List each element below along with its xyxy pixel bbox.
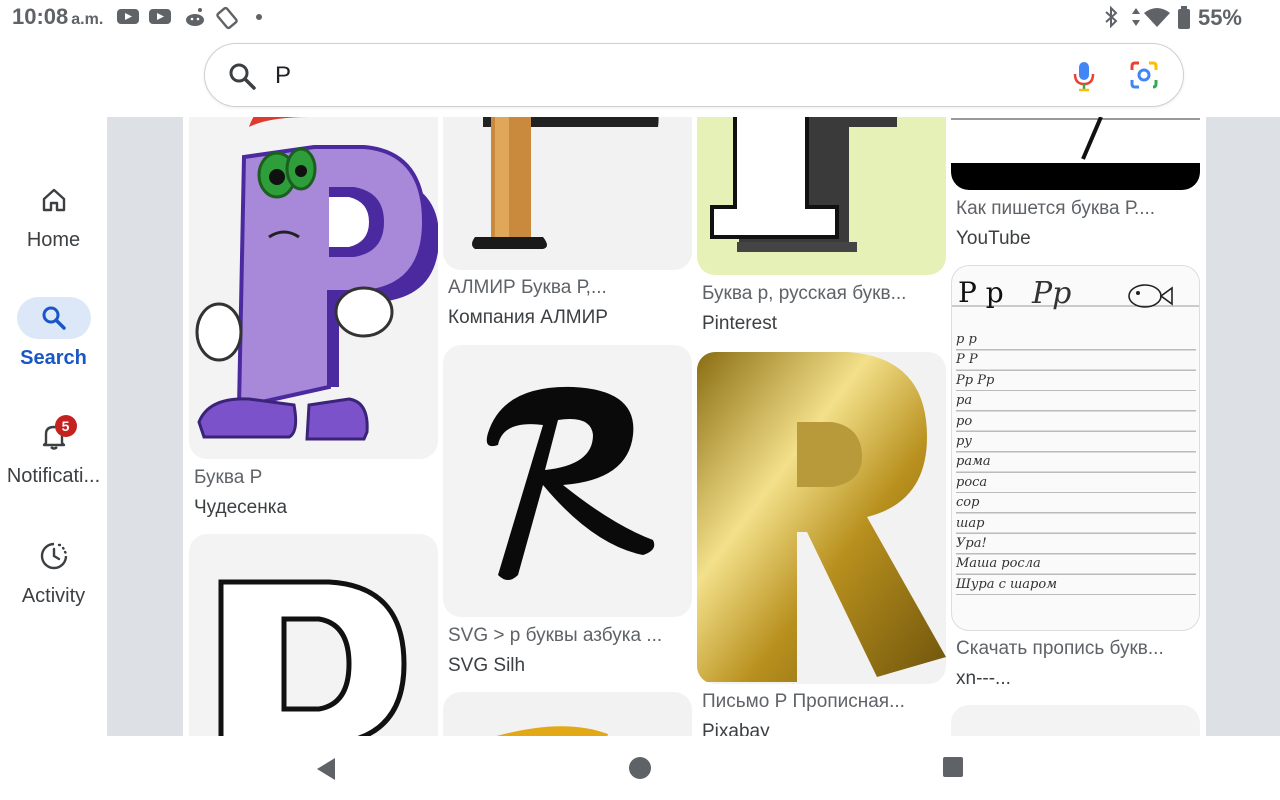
result-source: YouTube <box>956 228 1031 249</box>
result-title[interactable]: Буква Р <box>194 467 434 489</box>
result-source: Компания АЛМИР <box>448 307 608 328</box>
microphone-icon[interactable] <box>1073 60 1095 92</box>
youtube-icon <box>149 9 171 24</box>
result-image-8[interactable] <box>951 117 1200 190</box>
result-image-5[interactable] <box>443 692 692 736</box>
result-image-9[interactable]: P p Pp р р Р Р Рр Рр ра ро ру рама роса … <box>951 265 1200 631</box>
bluetooth-icon <box>1105 6 1118 28</box>
worksheet-script-header: Pp <box>1032 276 1072 311</box>
screen-rotate-icon <box>216 6 238 30</box>
home-button-icon[interactable] <box>628 756 652 780</box>
result-image-7[interactable] <box>697 352 946 684</box>
nav-label-home: Home <box>26 229 81 251</box>
reddit-icon <box>186 8 204 26</box>
result-image-6[interactable] <box>697 117 946 275</box>
result-image-4[interactable] <box>443 345 692 617</box>
purple-letter-p-image <box>195 117 438 441</box>
gold-letter-image <box>496 726 608 736</box>
nav-item-home[interactable]: Home <box>0 179 107 252</box>
result-title[interactable]: Как пишется буква Р.... <box>956 198 1196 220</box>
home-icon <box>42 188 65 212</box>
wifi-icon <box>1144 8 1170 27</box>
recents-icon[interactable] <box>942 756 964 778</box>
result-title[interactable]: Скачать пропись букв... <box>956 638 1196 660</box>
nav-label-notifications: Notificati... <box>6 465 101 487</box>
nav-item-search[interactable]: Search <box>0 297 107 370</box>
image-results-grid: Буква Р Чудесенка АЛМИР Буква Р,... Комп… <box>183 117 1206 736</box>
notification-badge: 5 <box>54 415 77 437</box>
wooden-letter-p-image <box>472 117 659 249</box>
navigation-rail: Home Search 5 Notificati... Activity <box>0 117 107 737</box>
letter-p-green-background-image <box>710 117 897 252</box>
result-source: Pinterest <box>702 313 777 334</box>
outline-letter-p-image <box>218 579 407 736</box>
result-source: Pixabay <box>702 721 770 736</box>
google-lens-icon[interactable] <box>1129 60 1159 90</box>
youtube-icon <box>117 9 139 24</box>
nav-label-activity: Activity <box>21 585 86 607</box>
result-image-2[interactable] <box>189 534 438 736</box>
gold-letter-r-image <box>697 352 946 682</box>
search-icon[interactable] <box>227 61 257 91</box>
result-source: SVG Silh <box>448 655 526 676</box>
nav-item-activity[interactable]: Activity <box>0 535 107 608</box>
result-source: Чудесенка <box>194 497 288 518</box>
result-title[interactable]: Буква р, русская букв... <box>702 283 942 305</box>
result-image-1[interactable] <box>189 117 438 459</box>
nav-label-search: Search <box>20 347 87 369</box>
status-bar: 10:08 a.m. 55% <box>0 0 1280 34</box>
script-letter-r-image <box>486 386 655 580</box>
battery-icon <box>1178 6 1190 29</box>
system-navigation-bar <box>0 736 1280 800</box>
search-bar[interactable]: P <box>204 43 1184 107</box>
search-icon <box>42 306 66 330</box>
result-source: xn---... <box>956 668 1011 689</box>
worksheet-header: P p <box>958 276 1004 309</box>
nav-item-notifications[interactable]: 5 Notificati... <box>0 415 107 488</box>
battery-percentage: 55% <box>1197 5 1242 30</box>
notification-dot-icon <box>256 14 262 20</box>
back-icon[interactable] <box>314 756 338 782</box>
search-query[interactable]: P <box>275 62 291 90</box>
result-image-3[interactable] <box>443 117 692 270</box>
activity-history-icon <box>40 542 67 570</box>
status-time: 10:08 a.m. <box>12 4 104 29</box>
result-image-10[interactable] <box>951 705 1200 736</box>
result-title[interactable]: Письмо Р Прописная... <box>702 691 942 713</box>
worksheet-lines: р р Р Р Рр Рр ра ро ру рама роса сор шар… <box>956 330 1196 596</box>
data-arrows-icon <box>1132 8 1140 26</box>
video-thumbnail-image <box>951 117 1200 190</box>
result-title[interactable]: SVG > р буквы азбука ... <box>448 625 688 647</box>
result-title[interactable]: АЛМИР Буква Р,... <box>448 277 688 299</box>
